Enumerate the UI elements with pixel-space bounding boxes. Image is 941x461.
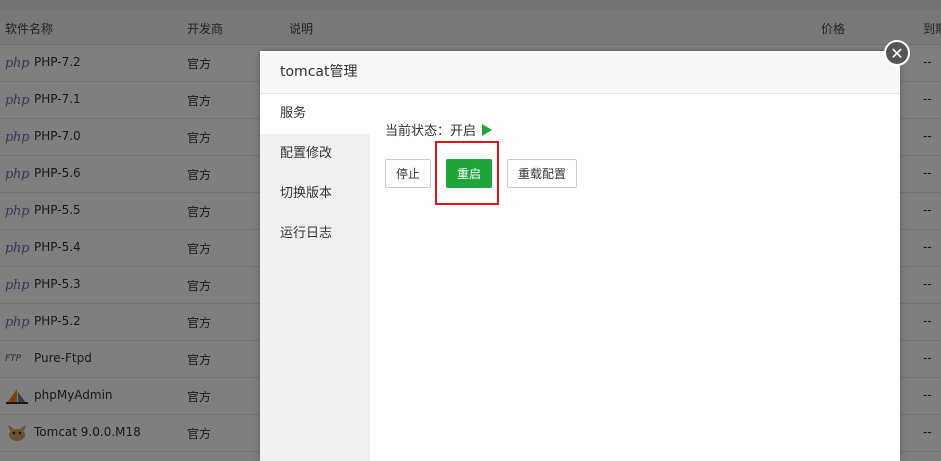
stop-button[interactable]: 停止: [385, 159, 432, 188]
menu-service[interactable]: 服务: [260, 94, 370, 134]
dialog-sidebar: 服务 配置修改 切换版本 运行日志: [260, 94, 370, 461]
reload-config-button[interactable]: 重载配置: [507, 159, 578, 188]
status-label: 当前状态：开启: [385, 124, 477, 139]
play-icon: [482, 123, 493, 136]
menu-run-log[interactable]: 运行日志: [260, 214, 370, 254]
menu-config-edit[interactable]: 配置修改: [260, 134, 370, 174]
tomcat-manage-dialog: tomcat管理 服务 配置修改 切换版本 运行日志 当前状态：开启 停止 重启…: [260, 51, 900, 461]
close-icon[interactable]: ✕: [884, 40, 910, 66]
service-status: 当前状态：开启: [385, 120, 493, 139]
menu-switch-version[interactable]: 切换版本: [260, 174, 370, 214]
highlight-box: [435, 141, 499, 205]
dialog-title: tomcat管理: [260, 51, 900, 94]
